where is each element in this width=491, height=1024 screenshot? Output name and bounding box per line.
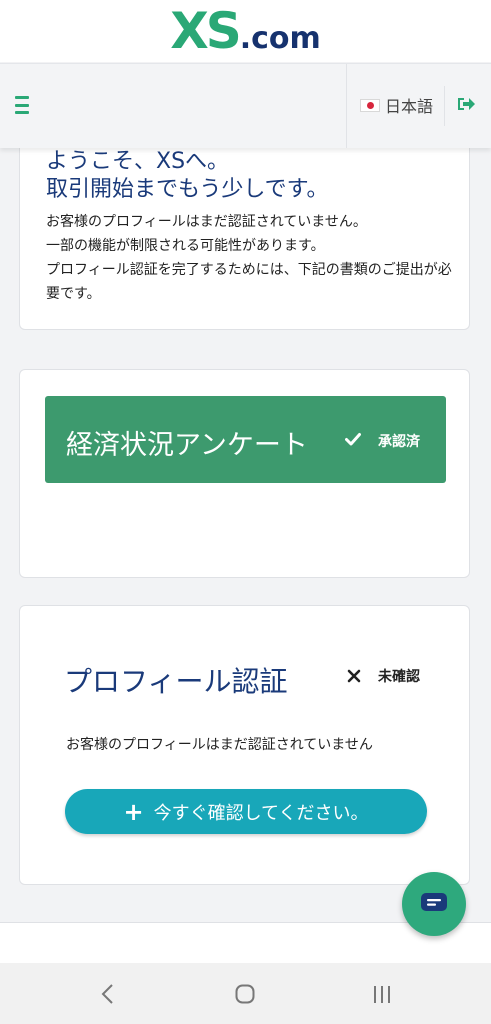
xs-logo[interactable]: XS .com	[170, 6, 321, 56]
verify-now-button[interactable]: + 今すぐ確認してください。	[65, 789, 427, 834]
welcome-title: ようこそ、XSへ。 取引開始までもう少しです。	[46, 148, 328, 204]
profile-verification-card: プロフィール認証 未確認 お客様のプロフィールはまだ認証されていません + 今す…	[19, 605, 470, 885]
logout-icon[interactable]	[457, 96, 475, 112]
profile-message: お客様のプロフィールはまだ認証されていません	[66, 737, 373, 753]
welcome-title-line2: 取引開始までもう少しです。	[46, 177, 329, 202]
language-label: 日本語	[385, 97, 434, 116]
chat-button[interactable]	[402, 872, 466, 936]
language-selector[interactable]: 日本語	[360, 92, 433, 118]
welcome-body-line: お客様のプロフィールはまだ認証されていません。	[46, 214, 367, 230]
profile-title: プロフィール認証	[64, 665, 288, 698]
logo-suffix: .com	[239, 21, 321, 56]
back-icon[interactable]	[98, 983, 118, 1005]
welcome-body-line: 一部の機能が制限される可能性があります。	[46, 238, 325, 254]
home-icon[interactable]	[235, 984, 255, 1004]
nav-divider	[444, 86, 445, 126]
logo-bar: XS .com	[0, 0, 491, 62]
japan-flag-icon	[360, 98, 380, 112]
system-navigation-bar	[0, 963, 491, 1024]
nav-divider	[346, 64, 347, 148]
chat-icon	[421, 893, 447, 911]
welcome-card: ようこそ、XSへ。 取引開始までもう少しです。 お客様のプロフィールはまだ認証さ…	[19, 120, 470, 330]
logo-text: XS	[170, 2, 242, 60]
plus-icon: +	[123, 797, 144, 826]
welcome-title-line1: ようこそ、XSへ。	[46, 149, 230, 174]
check-icon	[345, 433, 361, 446]
close-icon	[347, 669, 361, 683]
survey-card: 経済状況アンケート 承認済	[19, 369, 470, 578]
survey-title: 経済状況アンケート	[66, 430, 308, 461]
top-navigation: 日本語	[0, 63, 491, 148]
recents-icon[interactable]	[372, 985, 392, 1004]
hamburger-menu-icon[interactable]	[15, 96, 35, 114]
profile-status-badge: 未確認	[378, 669, 420, 685]
verify-button-label: 今すぐ確認してください。	[153, 802, 369, 824]
welcome-body-line: プロフィール認証を完了するためには、下記の書類のご提出が必要です。	[46, 262, 452, 302]
welcome-message: お客様のプロフィールはまだ認証されていません。 一部の機能が制限される可能性があ…	[46, 210, 456, 306]
survey-banner[interactable]: 経済状況アンケート 承認済	[45, 396, 446, 483]
survey-status-badge: 承認済	[378, 434, 420, 450]
